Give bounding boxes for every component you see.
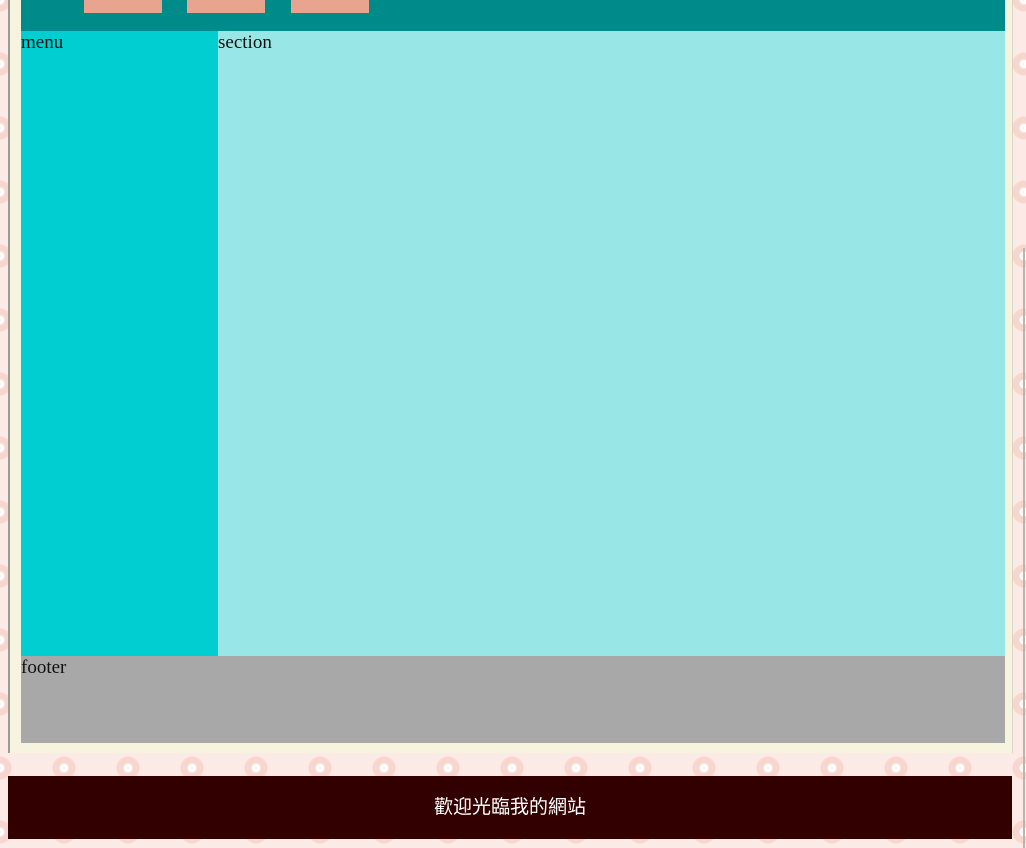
nav-link-2[interactable]: [187, 0, 265, 13]
header: [21, 0, 1005, 31]
menu-panel: menu: [21, 31, 218, 656]
section-panel: section: [218, 31, 1005, 656]
welcome-banner: 歡迎光臨我的網站: [8, 776, 1012, 839]
scrollbar-track[interactable]: [1023, 248, 1025, 848]
section-label: section: [218, 32, 272, 53]
menu-label: menu: [21, 32, 64, 53]
footer-panel: footer: [21, 656, 1005, 743]
footer-label: footer: [21, 657, 67, 678]
welcome-text: 歡迎光臨我的網站: [433, 796, 586, 818]
nav-link-3[interactable]: [291, 0, 369, 13]
nav-link-1[interactable]: [84, 0, 162, 13]
